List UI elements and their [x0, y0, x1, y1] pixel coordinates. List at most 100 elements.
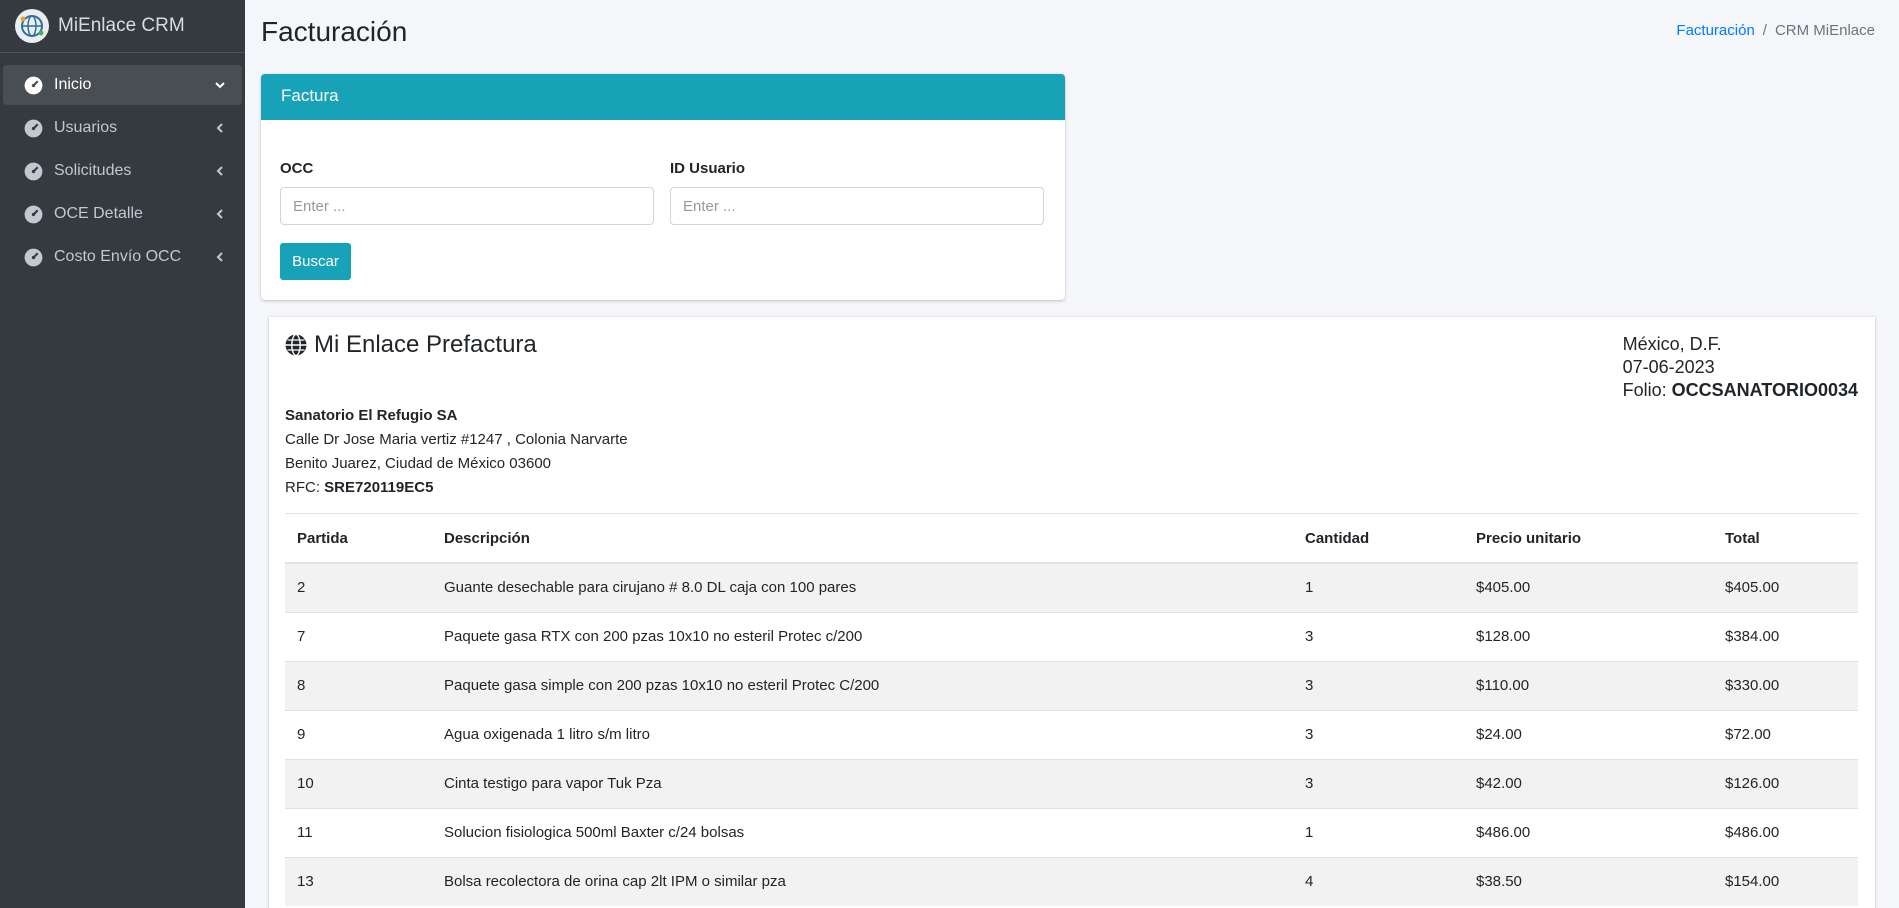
cell-descripcion: Guante desechable para cirujano # 8.0 DL… — [432, 562, 1293, 612]
folio-label: Folio: — [1622, 380, 1667, 400]
cell-partida: 7 — [285, 611, 432, 661]
table-row: 2 Guante desechable para cirujano # 8.0 D… — [285, 562, 1858, 612]
occ-input[interactable] — [280, 187, 654, 225]
cell-precio: $486.00 — [1464, 807, 1713, 857]
cell-cantidad: 4 — [1293, 856, 1464, 906]
client-name: Sanatorio El Refugio SA — [285, 407, 458, 424]
column-header-descripcion: Descripción — [432, 514, 1293, 564]
search-card: Factura OCC ID Usuario Buscar — [261, 74, 1065, 300]
sidebar-item-solicitudes[interactable]: Solicitudes — [3, 151, 242, 191]
chevron-left-icon — [216, 166, 223, 176]
breadcrumb-separator: / — [1762, 22, 1767, 39]
invoice-meta: México, D.F. 07-06-2023 Folio: OCCSANATO… — [1623, 333, 1858, 402]
sidebar: MiEnlace CRM Inicio Usuarios Solicitudes… — [0, 0, 245, 908]
chevron-left-icon — [216, 252, 223, 262]
sidebar-nav: Inicio Usuarios Solicitudes OCE Detalle … — [0, 65, 245, 277]
sidebar-item-label: Usuarios — [54, 119, 118, 136]
cell-partida: 10 — [285, 758, 432, 808]
cell-total: $72.00 — [1713, 709, 1858, 759]
client-address-line1: Calle Dr Jose Maria vertiz #1247 , Colon… — [285, 431, 628, 448]
breadcrumb-link-facturacion[interactable]: Facturación — [1676, 22, 1754, 39]
invoice-table-body: 2 Guante desechable para cirujano # 8.0 D… — [285, 562, 1858, 906]
invoice-panel: Mi Enlace Prefactura México, D.F. 07-06-… — [269, 317, 1875, 908]
sidebar-item-costo-envio-occ[interactable]: Costo Envío OCC — [3, 237, 242, 277]
folio-value: OCCSANATORIO0034 — [1671, 380, 1858, 400]
search-card-title: Factura — [261, 74, 1065, 120]
cell-total: $384.00 — [1713, 611, 1858, 661]
column-header-precio-unitario: Precio unitario — [1464, 514, 1713, 564]
cell-cantidad: 3 — [1293, 758, 1464, 808]
search-button[interactable]: Buscar — [280, 243, 351, 280]
client-rfc: RFC: SRE720119EC5 — [285, 476, 628, 500]
cell-cantidad: 3 — [1293, 611, 1464, 661]
cell-cantidad: 1 — [1293, 562, 1464, 612]
globe-icon — [285, 333, 307, 357]
breadcrumb: Facturación / CRM MiEnlace — [1676, 22, 1875, 39]
cell-total: $154.00 — [1713, 856, 1858, 906]
breadcrumb-current: CRM MiEnlace — [1774, 22, 1875, 39]
cell-total: $405.00 — [1713, 562, 1858, 612]
chevron-down-icon — [215, 82, 225, 89]
sidebar-item-label: Solicitudes — [54, 162, 132, 179]
sidebar-item-label: Inicio — [54, 76, 92, 93]
user-id-label: ID Usuario — [670, 160, 746, 177]
invoice-title-wrap: Mi Enlace Prefactura — [284, 331, 537, 359]
sidebar-item-label: OCE Detalle — [54, 205, 143, 222]
cell-partida: 2 — [285, 562, 432, 612]
cell-descripcion: Paquete gasa simple con 200 pzas 10x10 n… — [432, 660, 1293, 710]
column-header-cantidad: Cantidad — [1293, 514, 1464, 564]
globe-network-icon — [15, 9, 49, 43]
tachometer-icon — [24, 248, 43, 266]
cell-descripcion: Agua oxigenada 1 litro s/m litro — [432, 709, 1293, 759]
invoice-table: Partida Descripción Cantidad Precio unit… — [285, 514, 1858, 906]
sidebar-item-inicio[interactable]: Inicio — [3, 65, 242, 105]
page-title: Facturación — [261, 16, 408, 47]
cell-cantidad: 1 — [1293, 807, 1464, 857]
invoice-date: 07-06-2023 — [1622, 357, 1715, 377]
sidebar-item-oce-detalle[interactable]: OCE Detalle — [3, 194, 242, 234]
cell-total: $126.00 — [1713, 758, 1858, 808]
sidebar-item-usuarios[interactable]: Usuarios — [3, 108, 242, 148]
column-header-total: Total — [1713, 514, 1858, 564]
cell-precio: $128.00 — [1464, 611, 1713, 661]
tachometer-icon — [24, 76, 43, 94]
cell-partida: 8 — [285, 660, 432, 710]
table-row: 10 Cinta testigo para vapor Tuk Pza 3 $42.0… — [285, 758, 1858, 808]
rfc-label: RFC: — [285, 479, 320, 496]
sidebar-item-label: Costo Envío OCC — [54, 248, 182, 265]
brand-name: MiEnlace CRM — [58, 15, 185, 36]
rfc-value: SRE720119EC5 — [324, 479, 434, 496]
cell-precio: $405.00 — [1464, 562, 1713, 612]
tachometer-icon — [24, 119, 43, 137]
client-address-line2: Benito Juarez, Ciudad de México 03600 — [285, 455, 552, 472]
cell-total: $330.00 — [1713, 660, 1858, 710]
cell-descripcion: Solucion fisiologica 500ml Baxter c/24 b… — [432, 807, 1293, 857]
tachometer-icon — [24, 205, 43, 223]
cell-cantidad: 3 — [1293, 709, 1464, 759]
occ-label: OCC — [280, 160, 314, 177]
chevron-left-icon — [216, 209, 223, 219]
table-row: 7 Paquete gasa RTX con 200 pzas 10x10 no … — [285, 611, 1858, 661]
chevron-left-icon — [216, 123, 223, 133]
cell-partida: 9 — [285, 709, 432, 759]
cell-partida: 13 — [285, 856, 432, 906]
invoice-location: México, D.F. — [1622, 334, 1722, 354]
cell-descripcion: Cinta testigo para vapor Tuk Pza — [432, 758, 1293, 808]
invoice-folio: Folio: OCCSANATORIO0034 — [1623, 379, 1858, 402]
table-row: 9 Agua oxigenada 1 litro s/m litro 3 $24.00… — [285, 709, 1858, 759]
column-header-partida: Partida — [285, 514, 432, 564]
table-row: 11 Solucion fisiologica 500ml Baxter c/24… — [285, 807, 1858, 857]
cell-precio: $38.50 — [1464, 856, 1713, 906]
cell-precio: $110.00 — [1464, 660, 1713, 710]
tachometer-icon — [24, 162, 43, 180]
occ-field-group: OCC — [280, 160, 654, 225]
table-header-row: Partida Descripción Cantidad Precio unit… — [285, 514, 1858, 564]
user-id-field-group: ID Usuario — [670, 160, 1044, 225]
cell-total: $486.00 — [1713, 807, 1858, 857]
invoice-client: Sanatorio El Refugio SA Calle Dr Jose Ma… — [285, 404, 628, 500]
user-id-input[interactable] — [670, 187, 1044, 225]
cell-cantidad: 3 — [1293, 660, 1464, 710]
cell-descripcion: Paquete gasa RTX con 200 pzas 10x10 no e… — [432, 611, 1293, 661]
table-row: 8 Paquete gasa simple con 200 pzas 10x10 … — [285, 660, 1858, 710]
brand-link[interactable]: MiEnlace CRM — [0, 0, 245, 53]
